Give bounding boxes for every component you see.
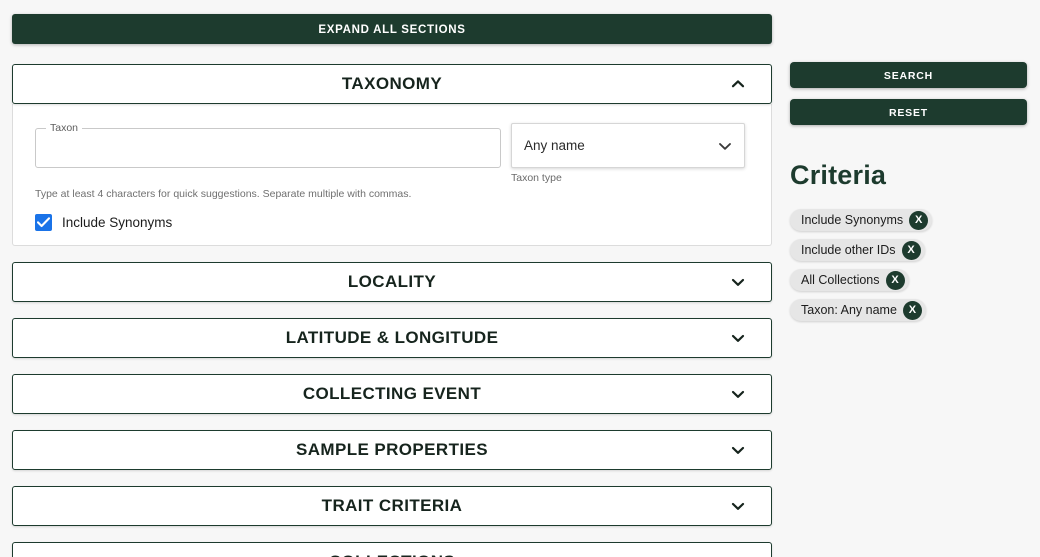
include-synonyms-label: Include Synonyms bbox=[62, 215, 173, 230]
chevron-down-icon[interactable] bbox=[731, 331, 745, 345]
remove-chip-icon[interactable]: X bbox=[909, 210, 929, 230]
advanced-search-page: EXPAND ALL SECTIONS TAXONOMY Taxon Any n… bbox=[0, 0, 1040, 557]
reset-button[interactable]: RESET bbox=[790, 99, 1027, 125]
taxon-field-wrapper: Taxon bbox=[35, 122, 501, 168]
section-header-sample-properties[interactable]: SAMPLE PROPERTIES bbox=[12, 430, 772, 470]
section-header-collections[interactable]: COLLECTIONS bbox=[12, 542, 772, 557]
chevron-down-icon[interactable] bbox=[718, 139, 732, 153]
taxon-input[interactable] bbox=[36, 130, 498, 166]
search-button[interactable]: SEARCH bbox=[790, 62, 1027, 88]
section-title-trait-criteria: TRAIT CRITERIA bbox=[321, 496, 463, 515]
criteria-chip-label: All Collections bbox=[801, 273, 880, 287]
section-body-taxonomy: Taxon Any name Taxon type Type at least … bbox=[12, 104, 772, 246]
criteria-sidebar: SEARCH RESET Criteria Include Synonyms X… bbox=[782, 0, 1040, 329]
section-title-latitude-longitude: LATITUDE & LONGITUDE bbox=[285, 328, 499, 347]
remove-chip-icon[interactable]: X bbox=[901, 240, 921, 260]
chevron-up-icon[interactable] bbox=[731, 77, 745, 91]
remove-chip-icon[interactable]: X bbox=[902, 300, 922, 320]
criteria-heading: Criteria bbox=[790, 160, 887, 190]
section-latitude-longitude: LATITUDE & LONGITUDE bbox=[12, 318, 772, 358]
criteria-chip: All Collections X bbox=[790, 269, 909, 291]
chip-row: Taxon: Any name X bbox=[790, 299, 1027, 329]
section-locality: LOCALITY bbox=[12, 262, 772, 302]
expand-all-sections-button[interactable]: EXPAND ALL SECTIONS bbox=[12, 14, 772, 44]
criteria-chip-label: Include Synonyms bbox=[801, 213, 904, 227]
section-header-trait-criteria[interactable]: TRAIT CRITERIA bbox=[12, 486, 772, 526]
remove-chip-icon[interactable]: X bbox=[885, 270, 905, 290]
criteria-chip: Include Synonyms X bbox=[790, 209, 933, 231]
criteria-chip-label: Include other IDs bbox=[801, 243, 896, 257]
section-header-latitude-longitude[interactable]: LATITUDE & LONGITUDE bbox=[12, 318, 772, 358]
section-trait-criteria: TRAIT CRITERIA bbox=[12, 486, 772, 526]
section-header-taxonomy[interactable]: TAXONOMY bbox=[12, 64, 772, 104]
chevron-down-icon[interactable] bbox=[731, 499, 745, 513]
criteria-chip: Include other IDs X bbox=[790, 239, 925, 261]
chevron-down-icon[interactable] bbox=[731, 443, 745, 457]
section-title-taxonomy: TAXONOMY bbox=[341, 74, 443, 93]
section-sample-properties: SAMPLE PROPERTIES bbox=[12, 430, 772, 470]
taxon-type-select[interactable]: Any name bbox=[511, 123, 745, 168]
section-collections: COLLECTIONS bbox=[12, 542, 772, 557]
section-header-locality[interactable]: LOCALITY bbox=[12, 262, 772, 302]
criteria-chip-list: Include Synonyms X Include other IDs X A… bbox=[790, 209, 1027, 329]
taxon-input-row: Taxon Any name Taxon type bbox=[35, 122, 749, 184]
include-synonyms-row[interactable]: Include Synonyms bbox=[35, 214, 749, 231]
taxon-type-value: Any name bbox=[524, 138, 585, 153]
section-taxonomy: TAXONOMY Taxon Any name Taxon type Type … bbox=[12, 64, 772, 246]
section-title-locality: LOCALITY bbox=[347, 272, 437, 291]
criteria-chip: Taxon: Any name X bbox=[790, 299, 926, 321]
taxon-helper-text: Type at least 4 characters for quick sug… bbox=[35, 188, 412, 200]
section-header-collecting-event[interactable]: COLLECTING EVENT bbox=[12, 374, 772, 414]
search-filters-column: EXPAND ALL SECTIONS TAXONOMY Taxon Any n… bbox=[0, 0, 782, 557]
chevron-down-icon[interactable] bbox=[731, 387, 745, 401]
section-collecting-event: COLLECTING EVENT bbox=[12, 374, 772, 414]
include-synonyms-checkbox[interactable] bbox=[35, 214, 52, 231]
chip-row: All Collections X bbox=[790, 269, 1027, 299]
criteria-chip-label: Taxon: Any name bbox=[801, 303, 897, 317]
section-title-collecting-event: COLLECTING EVENT bbox=[302, 384, 482, 403]
taxon-type-helper-text: Taxon type bbox=[511, 172, 562, 184]
chip-row: Include other IDs X bbox=[790, 239, 1027, 269]
taxon-type-wrapper: Any name Taxon type bbox=[511, 122, 745, 184]
chevron-down-icon[interactable] bbox=[731, 275, 745, 289]
section-title-sample-properties: SAMPLE PROPERTIES bbox=[296, 440, 488, 459]
section-title-collections: COLLECTIONS bbox=[329, 552, 455, 557]
chip-row: Include Synonyms X bbox=[790, 209, 1027, 239]
